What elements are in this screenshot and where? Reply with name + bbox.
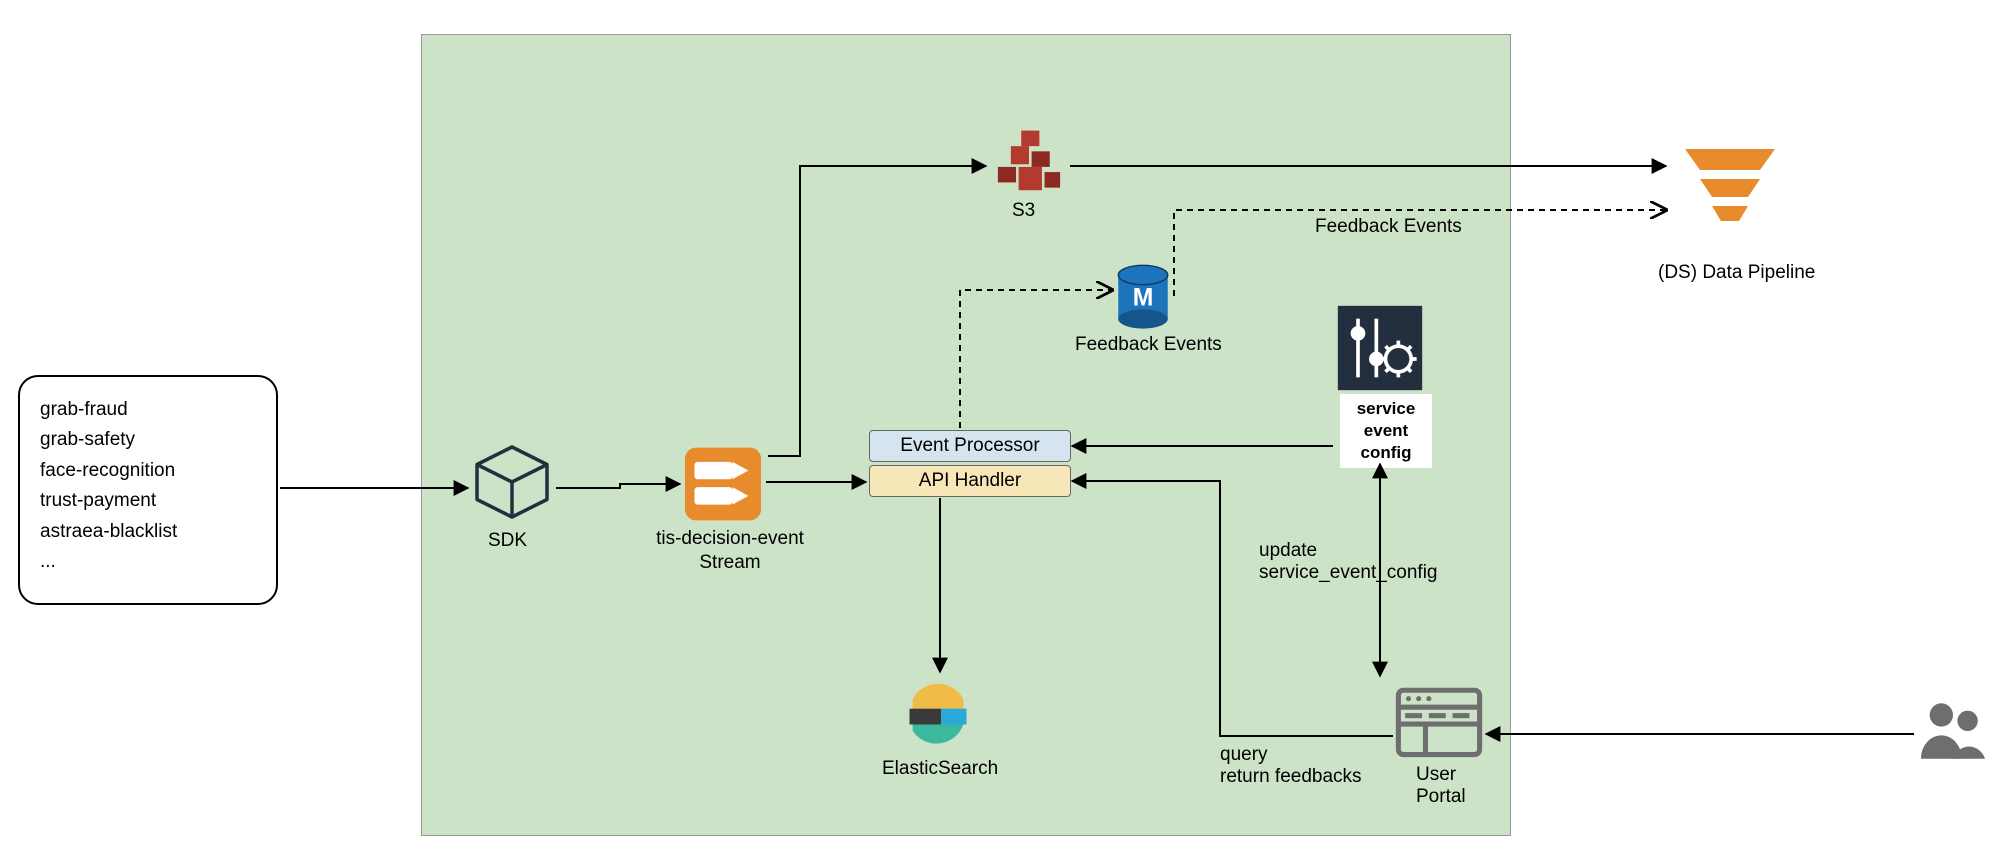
connectors	[0, 0, 1999, 852]
diagram-canvas: grab-fraud grab-safety face-recognition …	[0, 0, 1999, 852]
